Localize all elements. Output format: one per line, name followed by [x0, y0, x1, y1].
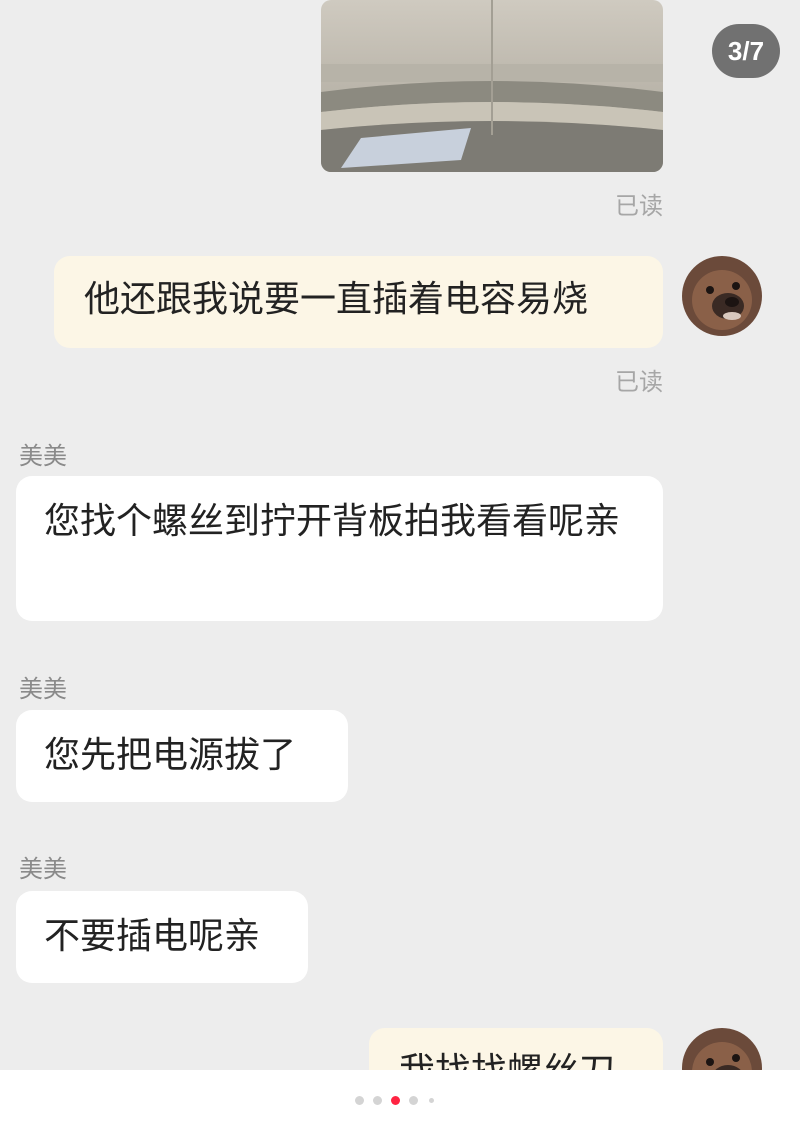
user-avatar[interactable]	[682, 1028, 762, 1070]
sender-name: 美美	[19, 675, 67, 703]
image-message[interactable]	[321, 0, 663, 172]
photo-thumbnail	[321, 0, 663, 172]
page-dot[interactable]	[429, 1098, 434, 1103]
message-text: 您先把电源拔了	[44, 735, 297, 776]
user-avatar[interactable]	[682, 256, 762, 336]
incoming-message-bubble[interactable]: 您找个螺丝到拧开背板拍我看看呢亲	[16, 476, 663, 621]
message-text: 您找个螺丝到拧开背板拍我看看呢亲	[44, 501, 621, 542]
message-text: 不要插电呢亲	[44, 916, 261, 957]
sender-name: 美美	[19, 442, 67, 470]
read-status: 已读	[615, 192, 663, 220]
message-text: 他还跟我说要一直插着电容易烧	[84, 279, 589, 320]
outgoing-message-bubble[interactable]: 我找找螺丝刀	[369, 1028, 663, 1070]
read-status: 已读	[615, 368, 663, 396]
incoming-message-bubble[interactable]: 您先把电源拔了	[16, 710, 348, 802]
page-dot[interactable]	[355, 1096, 364, 1105]
image-counter-badge: 3/7	[712, 24, 780, 78]
outgoing-message-bubble[interactable]: 他还跟我说要一直插着电容易烧	[54, 256, 663, 348]
page-dot[interactable]	[409, 1096, 418, 1105]
page-dot-active[interactable]	[391, 1096, 400, 1105]
incoming-message-bubble[interactable]: 不要插电呢亲	[16, 891, 308, 983]
page-dot[interactable]	[373, 1096, 382, 1105]
dog-avatar-icon	[682, 1028, 762, 1070]
message-text: 我找找螺丝刀	[399, 1051, 615, 1070]
chat-screenshot: 已读 他还跟我说要一直插着电容易烧 已读 美美 您找个螺丝到拧开背板拍我看看呢亲…	[0, 0, 800, 1070]
sender-name: 美美	[19, 855, 67, 883]
dog-avatar-icon	[682, 256, 762, 336]
page-indicator	[0, 1070, 800, 1131]
